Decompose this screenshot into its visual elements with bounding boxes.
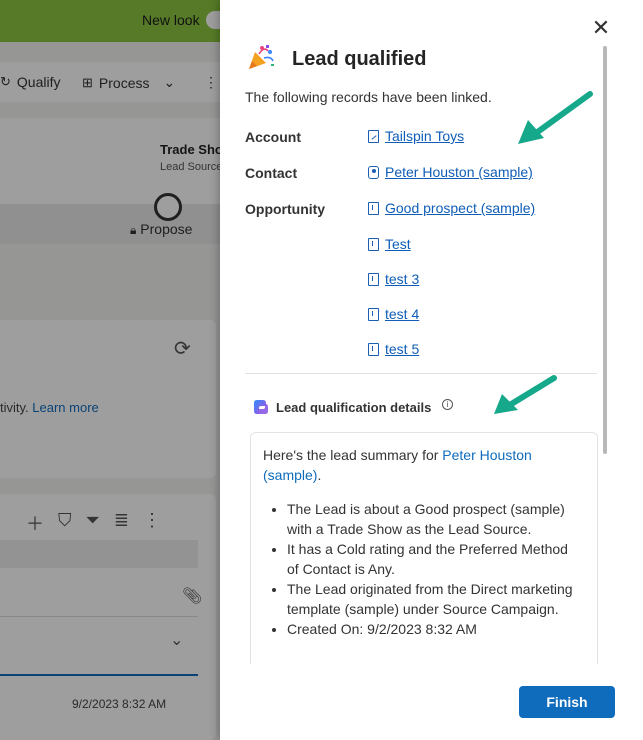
opportunity-record-icon: [368, 307, 379, 321]
account-record-icon: [368, 129, 379, 143]
annotation-arrow-icon: [494, 375, 557, 414]
opportunity-label: Opportunity: [245, 201, 326, 217]
summary-item: The Lead is about a Good prospect (sampl…: [287, 499, 583, 539]
account-link[interactable]: Tailspin Toys: [368, 128, 464, 144]
summary-period: .: [317, 467, 322, 483]
opportunity-link-text: test 5: [385, 341, 420, 357]
summary-list: The Lead is about a Good prospect (sampl…: [251, 499, 597, 639]
summary-item: Created On: 9/2/2023 8:32 AM: [287, 619, 583, 639]
opportunity-link[interactable]: Good prospect (sample): [368, 200, 535, 216]
modal-overlay[interactable]: [0, 0, 220, 740]
copilot-icon: [254, 400, 268, 414]
opportunity-link[interactable]: test 3: [368, 271, 419, 287]
opportunity-record-icon: [368, 237, 379, 251]
summary-intro-text: Here's the lead summary for: [263, 447, 443, 463]
lead-summary-card: Here's the lead summary for Peter Housto…: [250, 432, 598, 694]
party-popper-icon: [249, 45, 274, 69]
contact-record-icon: [368, 165, 379, 179]
annotation-arrow-icon: [518, 91, 593, 144]
dialog-subtitle: The following records have been linked.: [245, 89, 492, 105]
opportunity-link[interactable]: test 4: [368, 306, 419, 322]
close-icon[interactable]: ✕: [589, 16, 613, 40]
contact-link-text: Peter Houston (sample): [385, 164, 533, 180]
opportunity-link-text: Test: [385, 236, 411, 252]
contact-link[interactable]: Peter Houston (sample): [368, 164, 533, 180]
info-icon[interactable]: i: [442, 399, 453, 410]
opportunity-link[interactable]: test 5: [368, 341, 419, 357]
opportunity-link-text: Good prospect (sample): [385, 200, 536, 216]
opportunity-record-icon: [368, 342, 379, 356]
opportunity-link[interactable]: Test: [368, 236, 411, 252]
opportunity-link-text: test 4: [385, 306, 420, 322]
contact-label: Contact: [245, 165, 298, 181]
scrollbar[interactable]: [603, 46, 607, 454]
opportunity-record-icon: [368, 201, 379, 215]
finish-button[interactable]: Finish: [519, 686, 615, 718]
dialog-title: Lead qualified: [292, 48, 427, 70]
opportunity-link-text: test 3: [385, 271, 420, 287]
summary-item: It has a Cold rating and the Preferred M…: [287, 539, 583, 579]
account-label: Account: [245, 129, 301, 145]
summary-item: The Lead originated from the Direct mark…: [287, 579, 583, 619]
opportunity-record-icon: [368, 272, 379, 286]
details-heading: Lead qualification details: [276, 400, 432, 415]
summary-intro: Here's the lead summary for Peter Housto…: [263, 445, 585, 485]
account-link-text: Tailspin Toys: [385, 128, 465, 144]
